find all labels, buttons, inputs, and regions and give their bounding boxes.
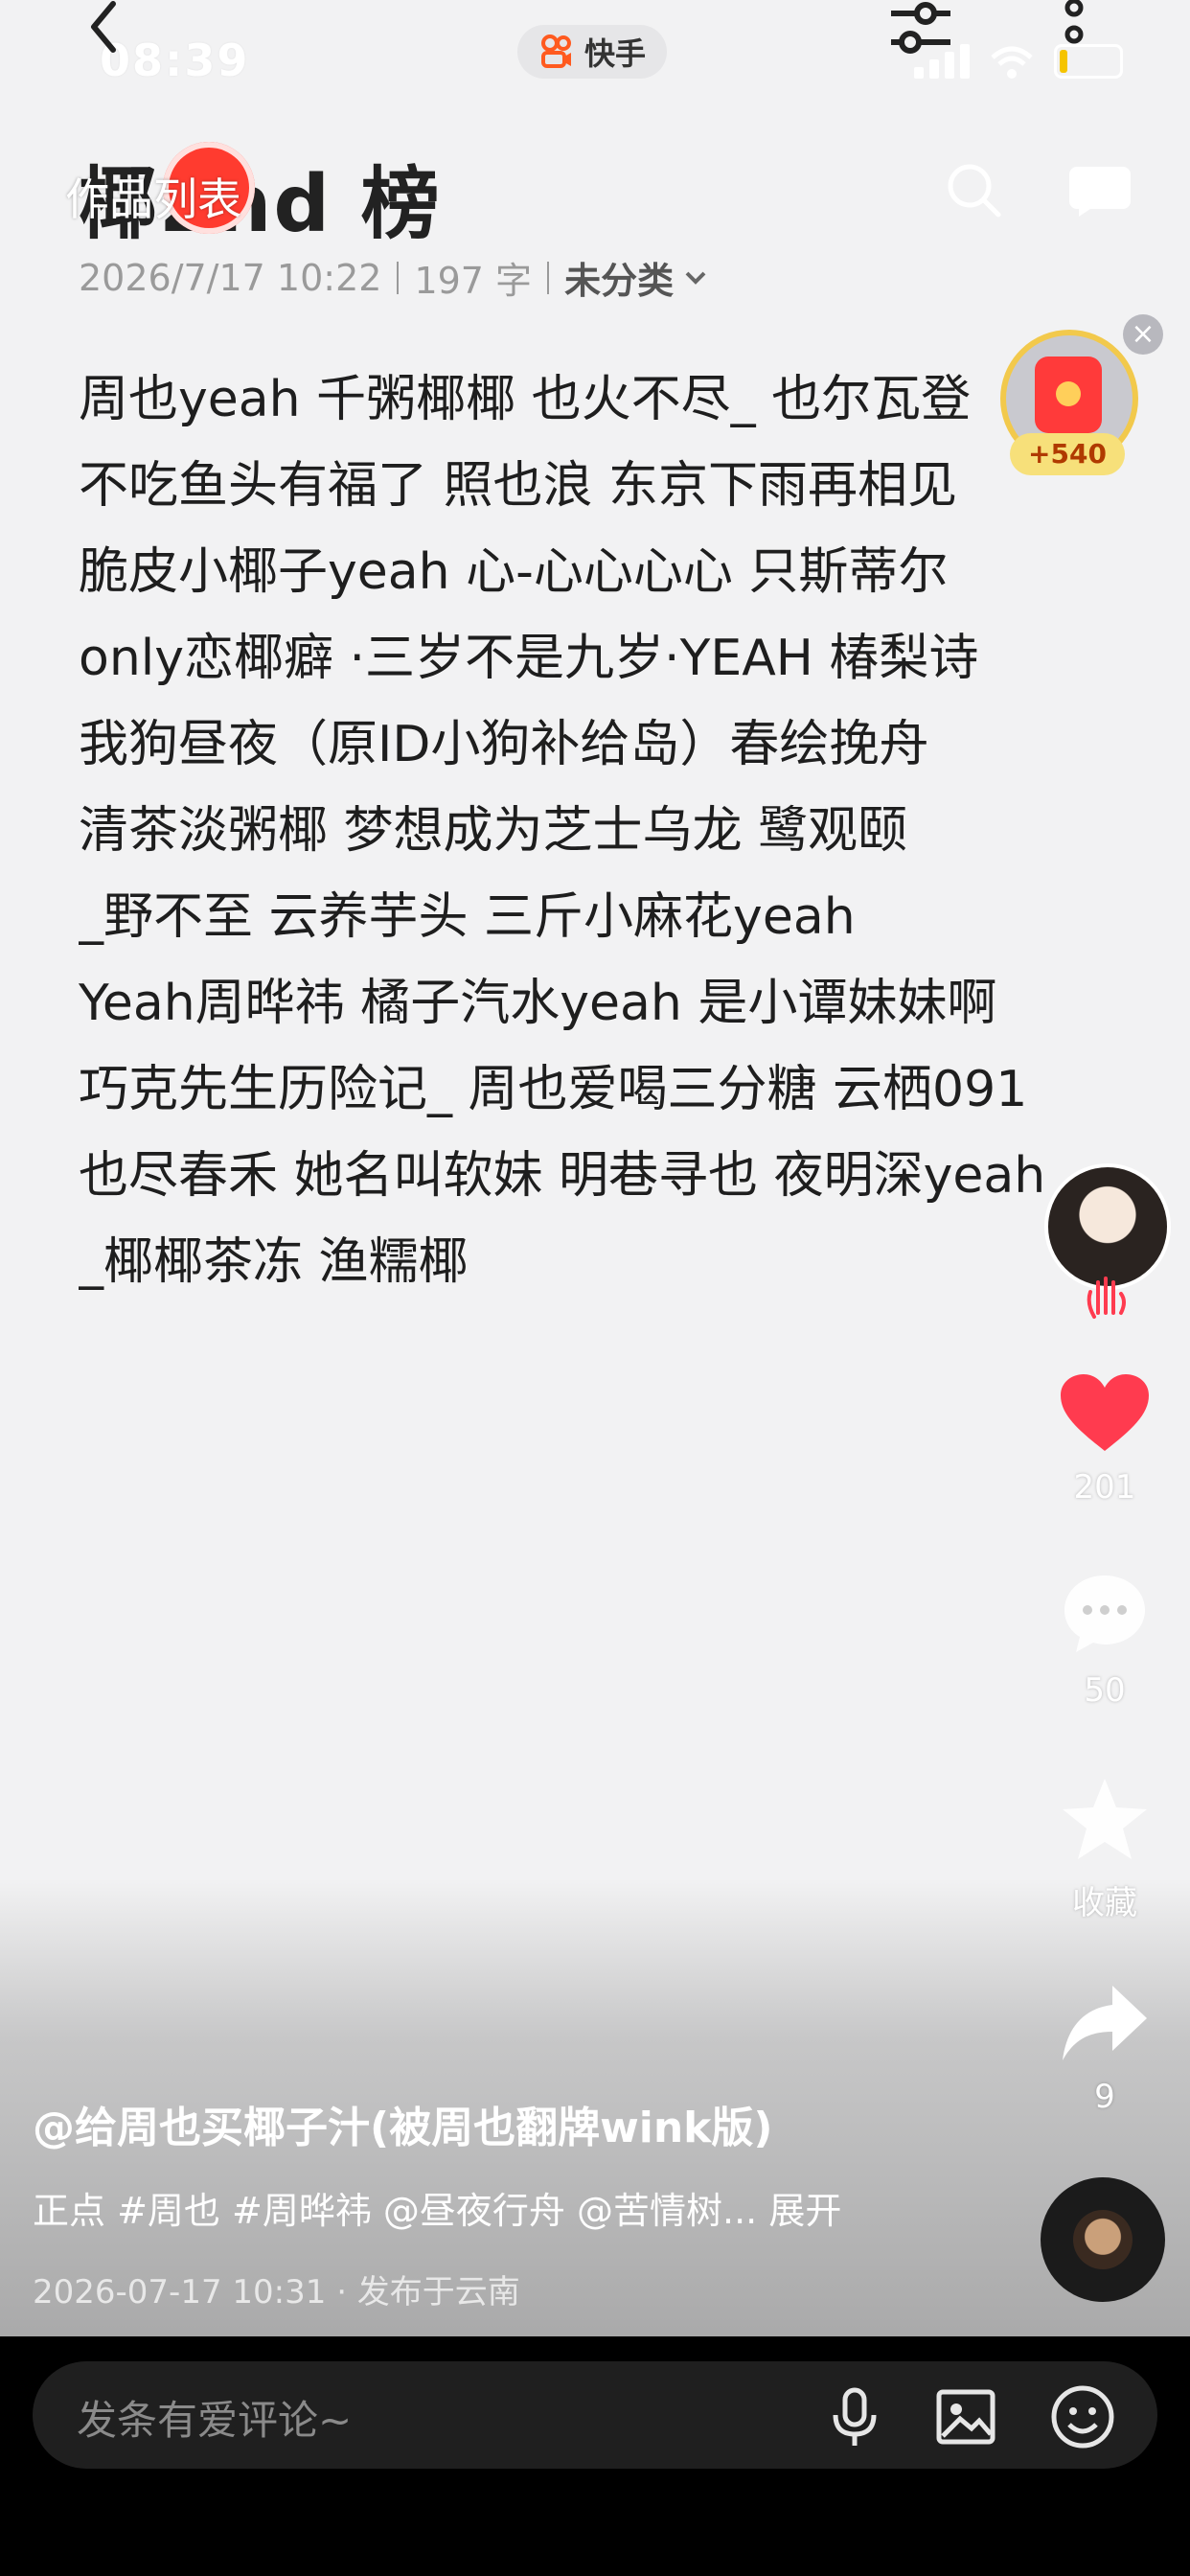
divider [547,261,550,294]
heart-icon [1061,1374,1149,1451]
kuaishou-badge[interactable]: 快手 [517,25,668,79]
note-body: 周也yeah 千粥椰椰 也火不尽_ 也尔瓦登 不吃鱼头有福了 照也浪 东京下雨再… [79,356,1113,1305]
category-selector[interactable]: 未分类 [564,251,674,304]
search-icon[interactable] [945,161,1002,218]
screen: 08:39 快手 椰2nd 榜 作品列表 2026/7/17 10:22 197… [0,0,1190,2576]
note-line: Yeah周晔祎 橘子汽水yeah 是小谭妹妹啊 [79,975,997,1032]
wave-hand-icon[interactable] [1079,1275,1133,1321]
close-icon[interactable]: × [1123,314,1163,355]
filter-button[interactable] [887,0,954,58]
like-button[interactable]: 201 [1052,1372,1157,1506]
note-date: 2026/7/17 10:22 [79,256,382,299]
comment-icon [1064,1576,1145,1652]
emoji-icon[interactable] [1048,2382,1117,2451]
app-name: 快手 [584,35,647,72]
note-line: _野不至 云养芋头 三斤小麻花yeah [79,888,856,946]
message-icon[interactable] [1065,163,1134,217]
wifi-icon [991,46,1033,79]
image-icon[interactable] [931,2382,1000,2451]
red-packet-amount: +540 [1010,433,1125,475]
back-button[interactable] [77,0,134,58]
more-button[interactable] [1050,0,1098,67]
favorite-label: 收藏 [1072,1884,1137,1922]
note-line: 周也yeah 千粥椰椰 也火不尽_ 也尔瓦登 [79,371,972,428]
share-arrow-icon [1063,1986,1147,2060]
chevron-left-icon [91,1,116,53]
comment-button[interactable]: 50 [1052,1572,1157,1710]
share-count: 9 [1094,2078,1115,2116]
note-meta: 2026/7/17 10:22 197 字 未分类 [79,251,710,304]
note-line: only恋椰癖 ·三岁不是九岁·YEAH 椿梨诗 [79,630,979,687]
like-count: 201 [1073,1468,1136,1506]
post-date-location: 2026-07-17 10:31 · 发布于云南 [33,2273,520,2312]
chevron-down-icon[interactable] [681,264,710,292]
microphone-icon[interactable] [820,2382,889,2451]
note-line: 脆皮小椰子yeah 心-心心心心 只斯蒂尔 [79,543,949,601]
more-vertical-icon [1064,0,1084,44]
note-line: _椰椰茶冻 渔糯椰 [79,1233,469,1291]
red-envelope-icon [1035,356,1102,433]
note-line: 我狗昼夜（原ID小狗补给岛）春绘挽舟 [79,716,929,773]
divider [397,261,400,294]
note-line: 清茶淡粥椰 梦想成为芝士乌龙 鹭观颐 [79,802,908,860]
music-disc[interactable] [1041,2177,1165,2302]
note-title-row: 椰2nd 榜 作品列表 [65,142,442,250]
works-list-link[interactable]: 作品列表 [65,165,241,228]
comment-placeholder[interactable]: 发条有爱评论~ [77,2388,352,2447]
star-icon [1063,1779,1147,1859]
kuaishou-logo-icon [541,34,571,68]
favorite-button[interactable]: 收藏 [1052,1775,1157,1923]
word-count: 197 字 [414,260,533,302]
share-button[interactable]: 9 [1052,1982,1157,2116]
post-author[interactable]: @给周也买椰子汁(被周也翻牌wink版) [33,2093,773,2154]
note-line: 不吃鱼头有福了 照也浪 东京下雨再相见 [79,457,958,515]
sliders-icon [891,2,950,54]
comment-count: 50 [1084,1671,1126,1710]
note-line: 也尽春禾 她名叫软妹 明巷寻也 夜明深yeah [79,1147,1046,1205]
note-line: 巧克先生历险记_ 周也爱喝三分糖 云栖091 [79,1061,1028,1118]
author-avatar[interactable] [1044,1163,1171,1290]
post-tags[interactable]: 正点 #周也 #周晔祎 @昼夜行舟 @苦情树... 展开 [33,2181,841,2234]
